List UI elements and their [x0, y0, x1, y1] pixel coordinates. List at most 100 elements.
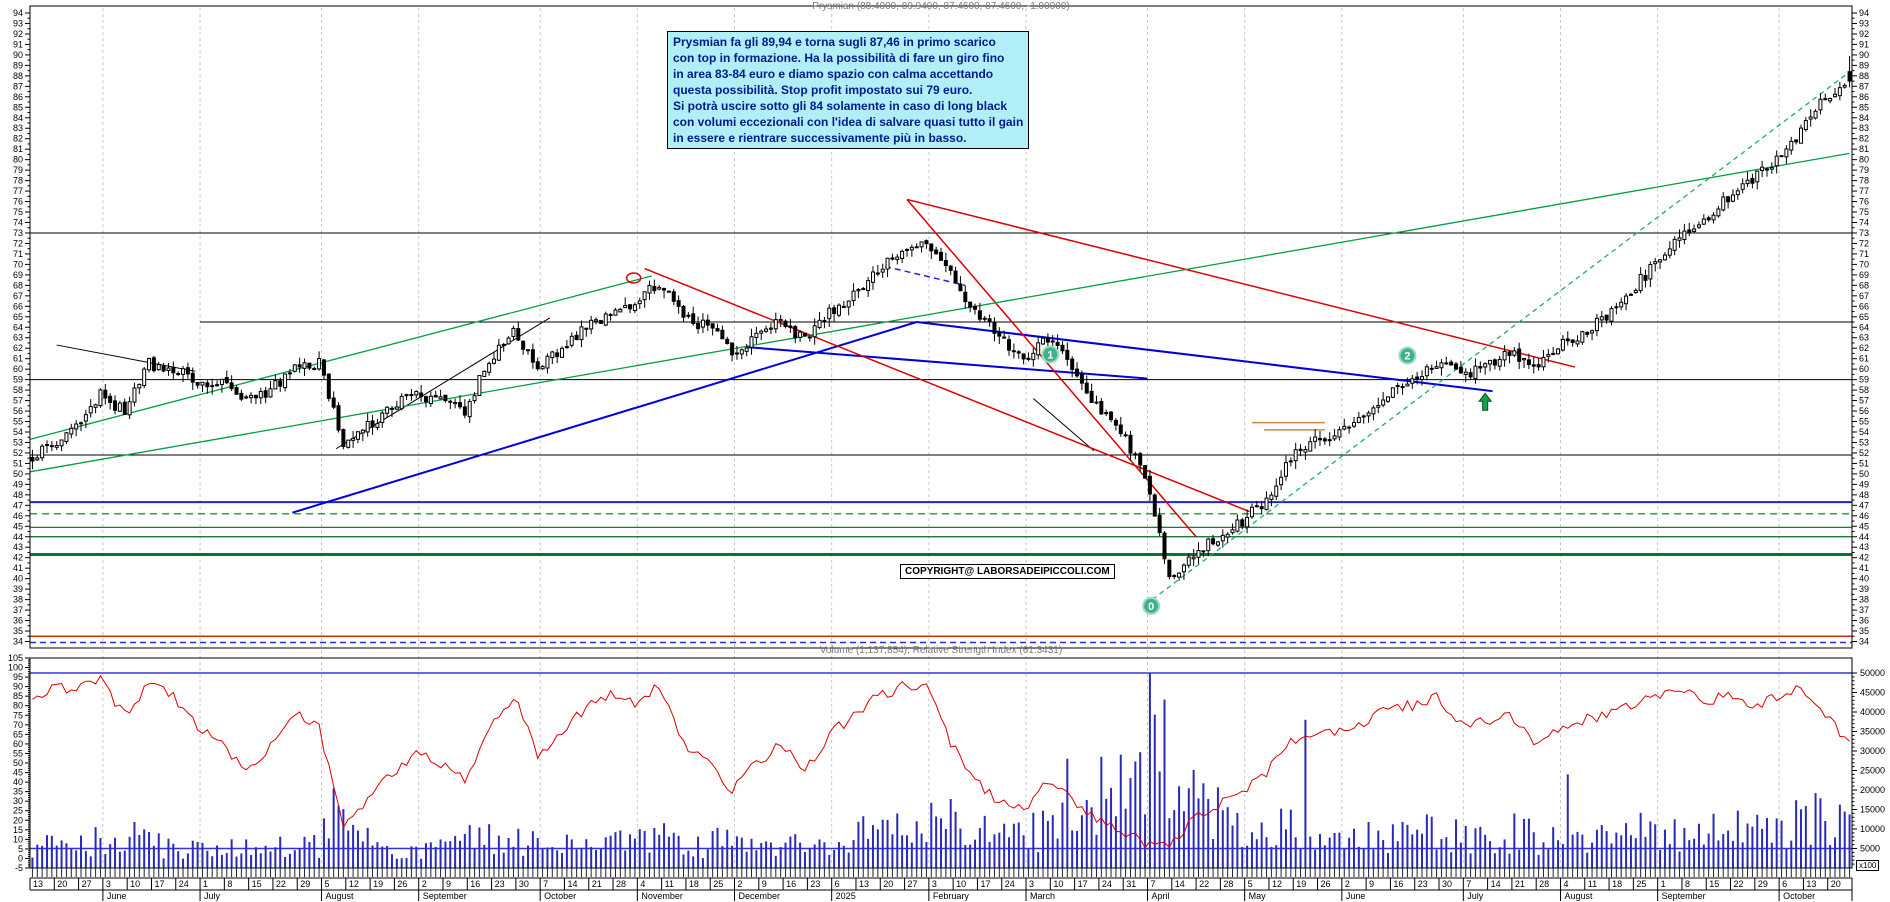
week-label: 30 — [1442, 879, 1452, 889]
sell-signal-ellipse — [627, 273, 641, 283]
copyright-label: COPYRIGHT@ LABORSADEIPICCOLI.COM — [900, 564, 1115, 579]
week-label: 27 — [82, 879, 92, 889]
week-label: 2 — [738, 879, 743, 889]
svg-text:20000: 20000 — [1860, 785, 1885, 795]
week-label: 22 — [276, 879, 286, 889]
week-label: 15 — [1709, 879, 1719, 889]
week-label: 3 — [1029, 879, 1034, 889]
svg-text:10: 10 — [13, 834, 23, 844]
week-label: 29 — [1758, 879, 1768, 889]
svg-text:91: 91 — [1859, 39, 1869, 49]
week-label: 24 — [1102, 879, 1112, 889]
svg-text:40: 40 — [1859, 574, 1869, 584]
svg-text:67: 67 — [1859, 291, 1869, 301]
week-label: 11 — [665, 879, 674, 889]
week-label: 19 — [1296, 879, 1306, 889]
week-label: 4 — [640, 879, 645, 889]
svg-text:48: 48 — [13, 490, 23, 500]
svg-text:45: 45 — [13, 768, 23, 778]
svg-text:84: 84 — [13, 113, 23, 123]
week-label: 18 — [689, 879, 699, 889]
week-label: 9 — [446, 879, 451, 889]
week-label: 19 — [373, 879, 383, 889]
annotation-line: Si potrà uscire sotto gli 84 solamente i… — [673, 98, 1023, 114]
week-label: 1 — [1661, 879, 1666, 889]
svg-text:73: 73 — [13, 228, 23, 238]
svg-text:25000: 25000 — [1860, 766, 1885, 776]
week-label: 22 — [1734, 879, 1744, 889]
week-label: 28 — [1539, 879, 1549, 889]
svg-text:43: 43 — [13, 542, 23, 552]
week-label: 28 — [616, 879, 626, 889]
svg-text:50: 50 — [1859, 469, 1869, 479]
svg-text:73: 73 — [1859, 228, 1869, 238]
svg-text:70: 70 — [1859, 259, 1869, 269]
svg-text:41: 41 — [1859, 563, 1869, 573]
week-label: 7 — [1150, 879, 1155, 889]
svg-text:54: 54 — [13, 427, 23, 437]
svg-text:62: 62 — [1859, 343, 1869, 353]
svg-text:20: 20 — [13, 815, 23, 825]
month-label: August — [326, 891, 355, 901]
svg-text:90: 90 — [13, 50, 23, 60]
svg-text:78: 78 — [13, 176, 23, 186]
svg-text:92: 92 — [13, 29, 23, 39]
svg-text:67: 67 — [13, 291, 23, 301]
week-label: 13 — [1806, 879, 1816, 889]
wave-marker-number: 2 — [1404, 351, 1410, 363]
svg-text:60: 60 — [13, 364, 23, 374]
month-label: September — [1662, 891, 1706, 901]
week-label: 17 — [1078, 879, 1088, 889]
svg-text:53: 53 — [13, 437, 23, 447]
svg-text:64: 64 — [13, 322, 23, 332]
svg-text:0: 0 — [18, 853, 23, 863]
week-label: 22 — [1199, 879, 1209, 889]
month-label: 2025 — [836, 891, 856, 901]
svg-text:71: 71 — [1859, 249, 1869, 259]
week-label: 21 — [1515, 879, 1525, 889]
volume-bars — [30, 673, 1852, 868]
week-label: 20 — [883, 879, 893, 889]
svg-text:52: 52 — [1859, 448, 1869, 458]
svg-text:25: 25 — [13, 806, 23, 816]
svg-text:30: 30 — [13, 796, 23, 806]
svg-text:88: 88 — [13, 71, 23, 81]
svg-text:68: 68 — [13, 280, 23, 290]
svg-text:100: 100 — [8, 663, 23, 673]
month-label: May — [1249, 891, 1267, 901]
svg-text:90: 90 — [13, 682, 23, 692]
wave-marker-number: 0 — [1148, 601, 1154, 613]
svg-text:10000: 10000 — [1860, 824, 1885, 834]
week-label: 24 — [1005, 879, 1015, 889]
svg-text:58: 58 — [1859, 385, 1869, 395]
svg-text:82: 82 — [13, 134, 23, 144]
svg-text:89: 89 — [13, 60, 23, 70]
week-label: 25 — [1636, 879, 1646, 889]
svg-text:60: 60 — [13, 739, 23, 749]
week-label: 31 — [1126, 879, 1136, 889]
week-label: 13 — [859, 879, 869, 889]
svg-text:83: 83 — [13, 123, 23, 133]
svg-text:44: 44 — [1859, 532, 1869, 542]
annotation-line: con top in formazione. Ha la possibilità… — [673, 50, 1023, 66]
week-label: 12 — [1272, 879, 1282, 889]
week-label: 7 — [543, 879, 548, 889]
week-label: 9 — [1369, 879, 1374, 889]
week-label: 3 — [932, 879, 937, 889]
svg-text:87: 87 — [1859, 81, 1869, 91]
week-label: 1 — [203, 879, 208, 889]
week-label: 8 — [1685, 879, 1690, 889]
month-label: October — [1783, 891, 1815, 901]
svg-text:52: 52 — [13, 448, 23, 458]
annotation-box: Prysmian fa gli 89,94 e torna sugli 87,4… — [667, 31, 1029, 149]
svg-text:75: 75 — [1859, 207, 1869, 217]
svg-text:45: 45 — [1859, 521, 1869, 531]
svg-text:82: 82 — [1859, 134, 1869, 144]
svg-text:39: 39 — [13, 584, 23, 594]
svg-text:35000: 35000 — [1860, 727, 1885, 737]
svg-text:86: 86 — [1859, 92, 1869, 102]
svg-text:46: 46 — [13, 511, 23, 521]
svg-text:80: 80 — [1859, 155, 1869, 165]
svg-text:66: 66 — [13, 301, 23, 311]
svg-text:76: 76 — [13, 197, 23, 207]
